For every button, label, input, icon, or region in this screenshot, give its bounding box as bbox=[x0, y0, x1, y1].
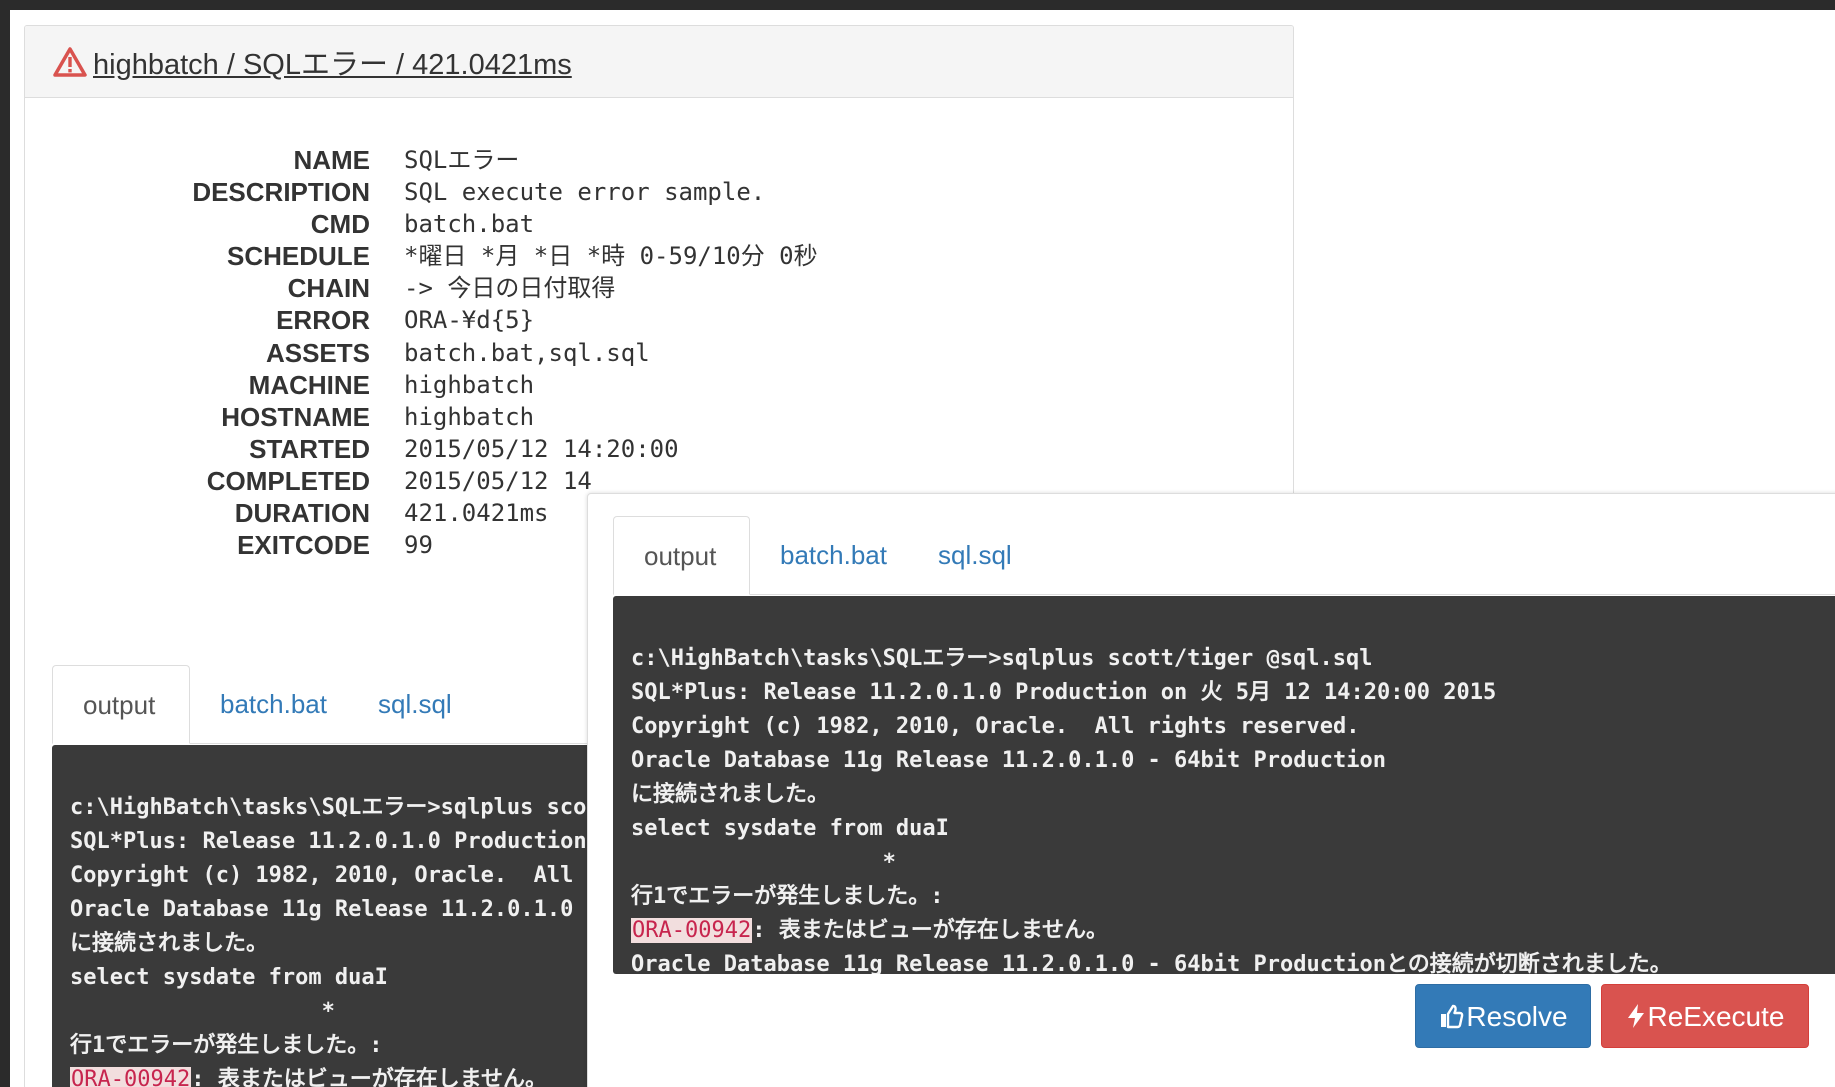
front-tab-bar: output batch.bat sql.sql bbox=[613, 516, 1835, 595]
tab-sql-sql[interactable]: sql.sql bbox=[348, 665, 482, 743]
reexecute-label: ReExecute bbox=[1647, 1001, 1785, 1032]
error-code-highlight: ORA-00942 bbox=[631, 918, 753, 943]
tab-output[interactable]: output bbox=[613, 516, 750, 595]
error-code-highlight: ORA-00942 bbox=[70, 1067, 192, 1087]
error-message: : 表またはビューが存在しません。 bbox=[191, 1067, 548, 1087]
tab-sql-sql[interactable]: sql.sql bbox=[908, 516, 1042, 594]
console-line: c:\HighBatch\tasks\SQLエラー>sqlplus scott/… bbox=[631, 646, 1373, 671]
output-zoom-panel: output batch.bat sql.sql c:\HighBatch\ta… bbox=[587, 493, 1835, 1087]
thumbs-up-icon bbox=[1438, 1001, 1466, 1032]
detail-label: EXITCODE bbox=[237, 530, 370, 560]
bolt-icon bbox=[1626, 1001, 1648, 1032]
console-line: Oracle Database 11g Release 11.2.0.1.0 -… bbox=[631, 952, 1672, 974]
tab-output[interactable]: output bbox=[52, 665, 190, 744]
console-line: Copyright (c) 1982, 2010, Oracle. All ri… bbox=[631, 714, 1360, 739]
warning-icon bbox=[53, 46, 87, 77]
detail-value: 99 bbox=[404, 531, 433, 559]
tab-batch-bat[interactable]: batch.bat bbox=[190, 665, 357, 743]
console-error-line: ORA-00942: 表またはビューが存在しません。 bbox=[631, 914, 1821, 948]
console-line: Oracle Database 11g Release 11.2.0.1.0 -… bbox=[631, 748, 1386, 773]
resolve-button[interactable]: Resolve bbox=[1415, 984, 1591, 1048]
reexecute-button[interactable]: ReExecute bbox=[1601, 984, 1809, 1048]
resolve-label: Resolve bbox=[1466, 1001, 1568, 1032]
console-line: * bbox=[631, 850, 896, 875]
console-line: SQL*Plus: Release 11.2.0.1.0 Production … bbox=[631, 680, 1497, 705]
console-line: に接続されました。 bbox=[631, 782, 830, 807]
job-title-link[interactable]: highbatch / SQLエラー / 421.0421ms bbox=[93, 41, 572, 83]
tab-batch-bat[interactable]: batch.bat bbox=[750, 516, 917, 594]
console-line: 行1でエラーが発生しました。: bbox=[631, 884, 944, 909]
error-message: : 表またはビューが存在しません。 bbox=[752, 918, 1109, 943]
output-console: c:\HighBatch\tasks\SQLエラー>sqlplus scott/… bbox=[613, 596, 1835, 974]
console-line: select sysdate from duaI bbox=[631, 816, 949, 841]
panel-heading: highbatch / SQLエラー / 421.0421ms bbox=[25, 26, 1293, 98]
page-frame: highbatch / SQLエラー / 421.0421ms NAME SQL… bbox=[10, 10, 1835, 1087]
